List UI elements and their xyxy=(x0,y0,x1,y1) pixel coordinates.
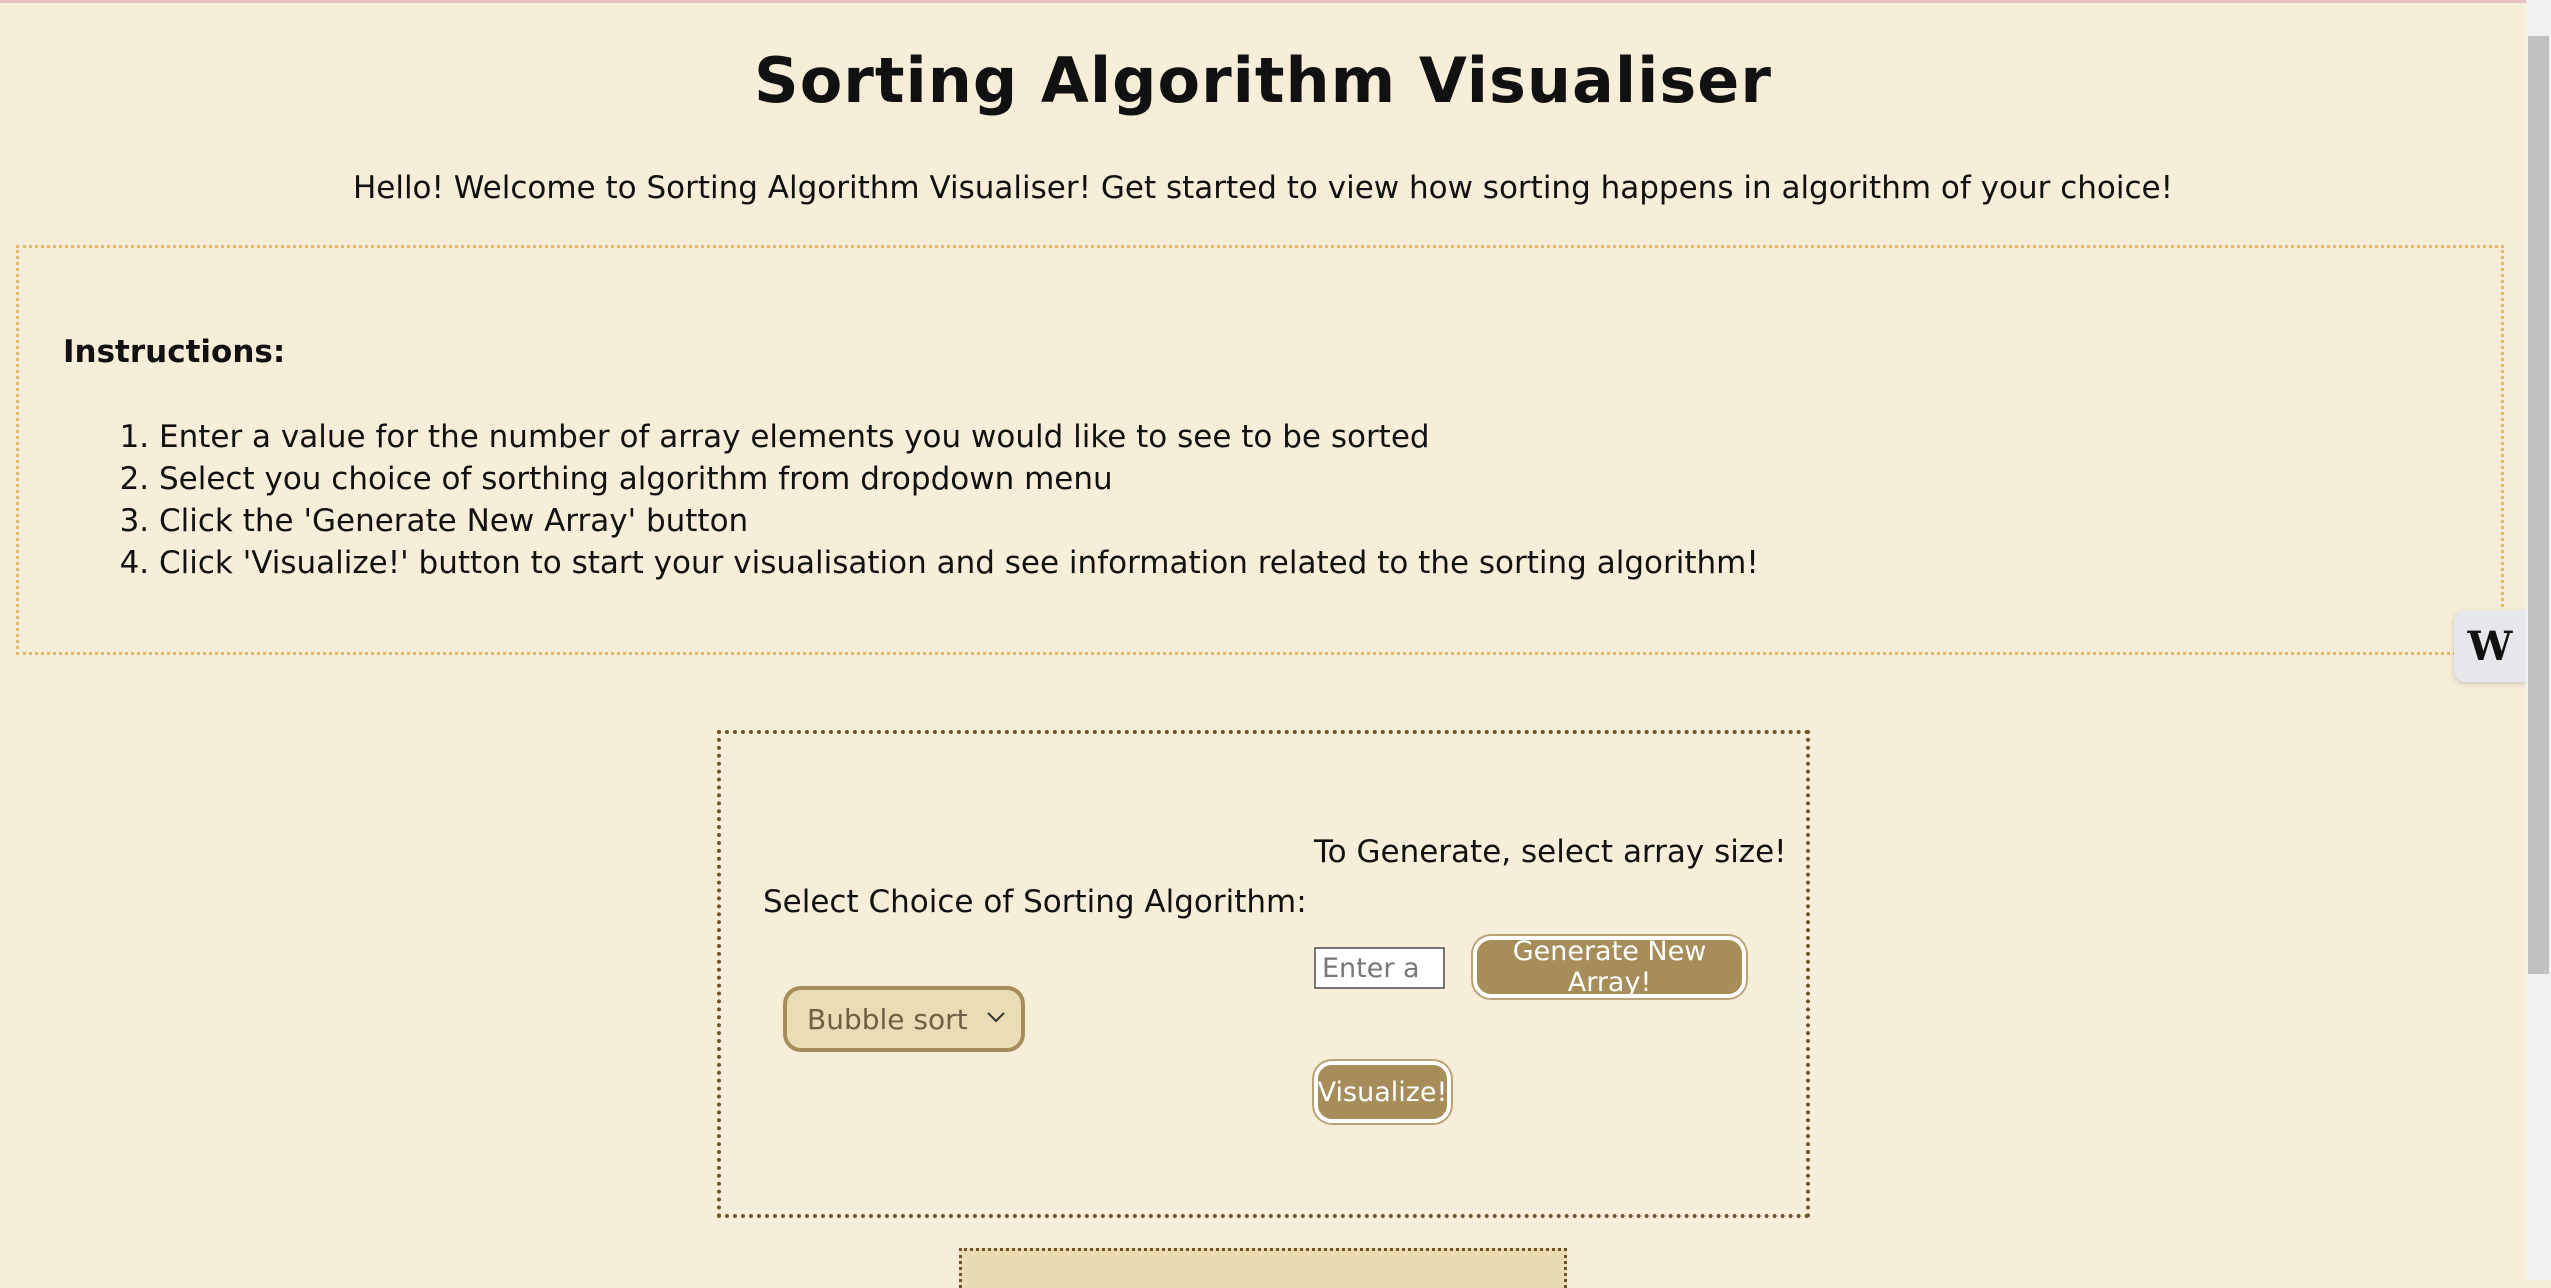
chevron-down-icon xyxy=(987,1012,1005,1023)
instructions-heading: Instructions: xyxy=(63,334,286,370)
w-logo-icon[interactable]: W xyxy=(2454,610,2526,682)
array-size-input[interactable] xyxy=(1314,947,1445,989)
visualize-button[interactable]: Visualize! xyxy=(1314,1061,1451,1123)
widget-label: W xyxy=(2467,622,2513,670)
instruction-step-4: Click 'Visualize!' button to start your … xyxy=(159,542,1759,584)
generate-instruction-label: To Generate, select array size! xyxy=(1314,834,1787,870)
instruction-step-1: Enter a value for the number of array el… xyxy=(159,416,1759,458)
page-content: Sorting Algorithm Visualiser Hello! Welc… xyxy=(0,0,2526,1288)
instructions-list: Enter a value for the number of array el… xyxy=(79,416,1759,584)
algorithm-select[interactable]: Bubble sort xyxy=(783,986,1025,1052)
instructions-panel: Instructions: Enter a value for the numb… xyxy=(16,245,2504,655)
algorithm-select-value: Bubble sort xyxy=(807,1002,968,1036)
scrollbar-thumb[interactable] xyxy=(2528,36,2549,974)
welcome-text: Hello! Welcome to Sorting Algorithm Visu… xyxy=(352,170,2174,206)
instruction-step-3: Click the 'Generate New Array' button xyxy=(159,500,1759,542)
instruction-step-2: Select you choice of sorthing algorithm … xyxy=(159,458,1759,500)
generate-new-array-button[interactable]: Generate New Array! xyxy=(1473,936,1746,998)
page-title: Sorting Algorithm Visualiser xyxy=(754,44,1772,117)
algorithm-select-label: Select Choice of Sorting Algorithm: xyxy=(763,884,1307,920)
controls-panel: Select Choice of Sorting Algorithm: Bubb… xyxy=(717,730,1810,1218)
visualization-area xyxy=(959,1248,1567,1288)
